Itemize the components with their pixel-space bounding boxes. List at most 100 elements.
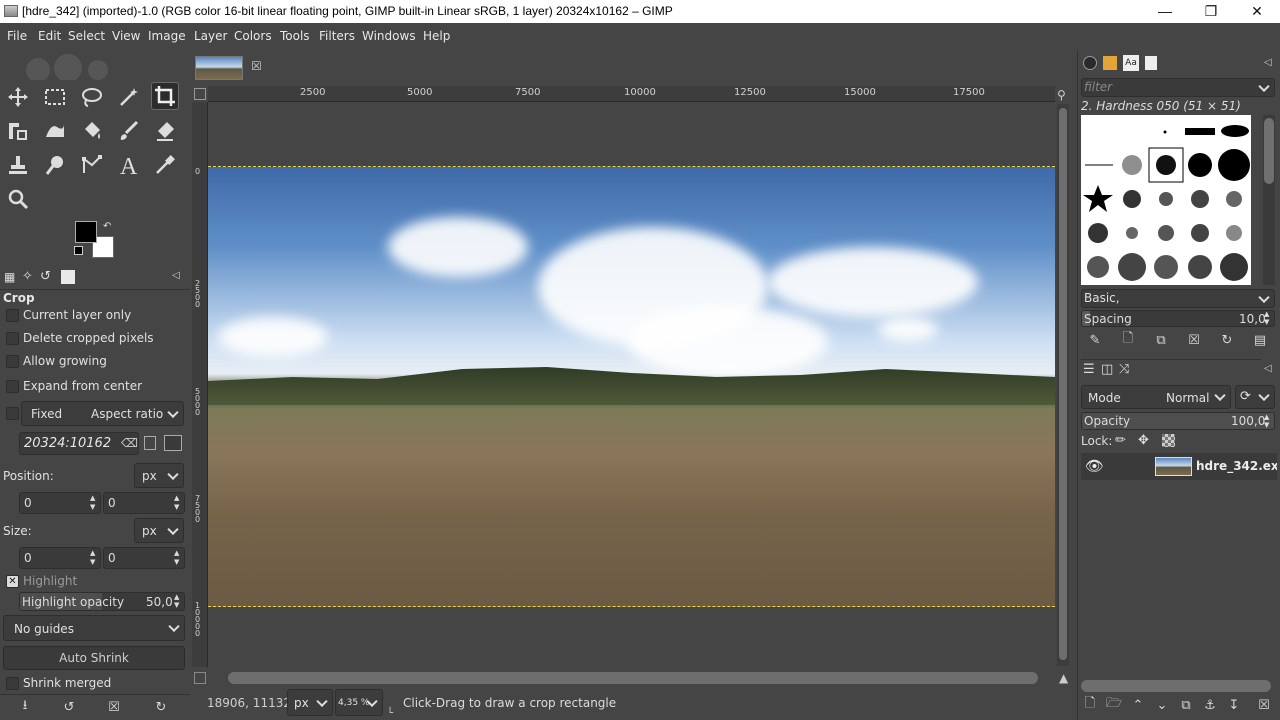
configure-tab-icon[interactable]: ◁ [1264, 363, 1272, 374]
new-layer-group-icon[interactable]: 🗁 [1105, 696, 1123, 714]
lasso-icon[interactable] [78, 83, 106, 111]
undo-history-tab-icon[interactable]: ↺ [40, 269, 51, 284]
raise-layer-icon[interactable]: ⌃ [1129, 696, 1147, 714]
restore-icon[interactable]: ❐ [1188, 0, 1234, 23]
image-canvas[interactable] [208, 167, 1055, 607]
merge-layer-icon[interactable]: ↧ [1225, 696, 1243, 714]
spin-down-icon[interactable]: ▼ [1264, 422, 1272, 429]
brushes-tab-icon[interactable] [1083, 56, 1097, 70]
lock-pixels-icon[interactable]: ✏ [1115, 433, 1126, 448]
spin-up-icon[interactable]: ▲ [174, 594, 182, 601]
images-tab-icon[interactable] [61, 270, 75, 284]
spin-up-icon[interactable]: ▲ [174, 550, 182, 557]
zoom-to-fit-icon[interactable]: ⚲ [1057, 88, 1066, 102]
layers-h-scrollbar[interactable] [1081, 680, 1271, 692]
layer-row[interactable]: 👁 hdre_342.exr [1081, 453, 1277, 480]
close-tab-icon[interactable]: ☒ [251, 59, 262, 73]
brush-grid[interactable] [1081, 115, 1251, 285]
zoom-tool-icon[interactable] [4, 185, 32, 213]
spin-down-icon[interactable]: ▼ [90, 504, 98, 511]
visibility-eye-icon[interactable]: 👁 [1085, 457, 1104, 475]
shrink-merged-checkbox[interactable] [6, 677, 19, 690]
device-status-tab-icon[interactable]: ✧ [22, 269, 33, 284]
foreground-color-swatch[interactable] [75, 221, 97, 243]
new-brush-icon[interactable]: 🗋 [1119, 331, 1137, 349]
text-tool-icon[interactable]: A [115, 151, 143, 179]
unit-dropdown[interactable]: px [287, 689, 333, 716]
configure-tab-icon[interactable]: ◁ [172, 270, 180, 281]
delete-options-icon[interactable]: ☒ [105, 698, 123, 716]
current-layer-only-checkbox[interactable] [6, 309, 19, 322]
spin-up-icon[interactable]: ▲ [90, 550, 98, 557]
size-height-input[interactable]: 0 ▲ ▼ [103, 547, 185, 569]
channels-tab-icon[interactable]: ◫ [1101, 362, 1113, 377]
menu-layer[interactable]: Layer [194, 29, 227, 43]
smudge-icon[interactable] [41, 151, 69, 179]
vertical-scrollbar[interactable] [1057, 104, 1069, 666]
save-options-icon[interactable]: ⭳ [16, 698, 34, 716]
menu-image[interactable]: Image [148, 29, 186, 43]
crop-tool-icon[interactable] [151, 82, 179, 110]
quick-mask-icon[interactable] [194, 88, 206, 100]
color-picker-icon[interactable] [151, 151, 179, 179]
fixed-mode-dropdown[interactable]: Fixed Aspect ratio [21, 401, 184, 426]
auto-shrink-button[interactable]: Auto Shrink [3, 646, 185, 670]
fonts-tab-icon[interactable]: Aa [1123, 55, 1139, 71]
document-history-tab-icon[interactable] [1145, 56, 1157, 70]
brush-spacing-slider[interactable]: Spacing 10,0 ▲ ▼ [1081, 310, 1275, 327]
spin-down-icon[interactable]: ▼ [1264, 319, 1272, 326]
paths-icon[interactable] [78, 151, 106, 179]
layers-tab-icon[interactable]: ☰ [1083, 362, 1095, 377]
rect-select-icon[interactable] [41, 83, 69, 111]
default-colors-icon[interactable] [74, 246, 83, 255]
spin-down-icon[interactable]: ▼ [174, 602, 182, 609]
horizontal-scrollbar[interactable] [228, 672, 1038, 684]
transform-icon[interactable] [4, 117, 32, 145]
refresh-brushes-icon[interactable]: ↻ [1218, 331, 1236, 349]
layer-opacity-slider[interactable]: Opacity 100,0 ▲ ▼ [1081, 412, 1275, 430]
restore-options-icon[interactable]: ↺ [60, 698, 78, 716]
size-width-input[interactable]: 0 ▲ ▼ [19, 547, 101, 569]
spin-down-icon[interactable]: ▼ [90, 559, 98, 566]
lock-position-icon[interactable]: ✥ [1138, 433, 1149, 448]
expand-from-center-checkbox[interactable] [6, 380, 19, 393]
open-brush-as-image-icon[interactable]: ▤ [1251, 331, 1269, 349]
new-layer-icon[interactable]: 🗋 [1081, 696, 1099, 714]
spin-down-icon[interactable]: ▼ [174, 559, 182, 566]
swap-colors-icon[interactable]: ↶ [103, 221, 111, 232]
move-tool-icon[interactable] [4, 83, 32, 111]
position-y-input[interactable]: 0 ▲ ▼ [103, 492, 185, 514]
navigate-icon[interactable] [194, 672, 206, 684]
brush-tag-dropdown[interactable]: Basic, [1081, 289, 1275, 308]
size-unit-dropdown[interactable]: px [134, 518, 184, 543]
guides-dropdown[interactable]: No guides [3, 615, 185, 641]
spin-up-icon[interactable]: ▲ [1264, 311, 1272, 318]
brush-filter-input[interactable]: filter [1081, 78, 1275, 97]
menu-tools[interactable]: Tools [280, 29, 310, 43]
menu-help[interactable]: Help [423, 29, 450, 43]
menu-filters[interactable]: Filters [319, 29, 355, 43]
fuzzy-select-icon[interactable] [115, 83, 143, 111]
configure-tab-icon[interactable]: ◁ [1264, 57, 1272, 68]
fixed-checkbox[interactable] [6, 407, 19, 420]
duplicate-brush-icon[interactable]: ⧉ [1152, 331, 1170, 349]
patterns-tab-icon[interactable] [1103, 56, 1117, 70]
spin-up-icon[interactable]: ▲ [1264, 414, 1272, 421]
spin-down-icon[interactable]: ▼ [174, 504, 182, 511]
paths-tab-icon[interactable]: ⤨ [1119, 362, 1129, 377]
highlight-checkbox[interactable]: ✕ [6, 575, 19, 588]
menu-windows[interactable]: Windows [362, 29, 416, 43]
toggle-dock-icon[interactable]: ▲ [1059, 671, 1068, 685]
delete-brush-icon[interactable]: ☒ [1185, 331, 1203, 349]
menu-view[interactable]: View [112, 29, 140, 43]
allow-growing-checkbox[interactable] [6, 355, 19, 368]
highlight-opacity-slider[interactable]: Highlight opacity 50,0 ▲ ▼ [19, 592, 185, 611]
spin-up-icon[interactable]: ▲ [174, 495, 182, 502]
vertical-scroll-thumb[interactable] [1059, 108, 1067, 660]
portrait-icon[interactable] [144, 436, 156, 450]
bucket-fill-icon[interactable] [78, 117, 106, 145]
tool-options-tab-icon[interactable]: ▦ [4, 270, 15, 284]
aspect-ratio-input[interactable]: 20324:10162 ⌫ [19, 432, 139, 455]
eraser-icon[interactable] [151, 117, 179, 145]
clear-field-icon[interactable]: ⌫ [121, 436, 138, 450]
